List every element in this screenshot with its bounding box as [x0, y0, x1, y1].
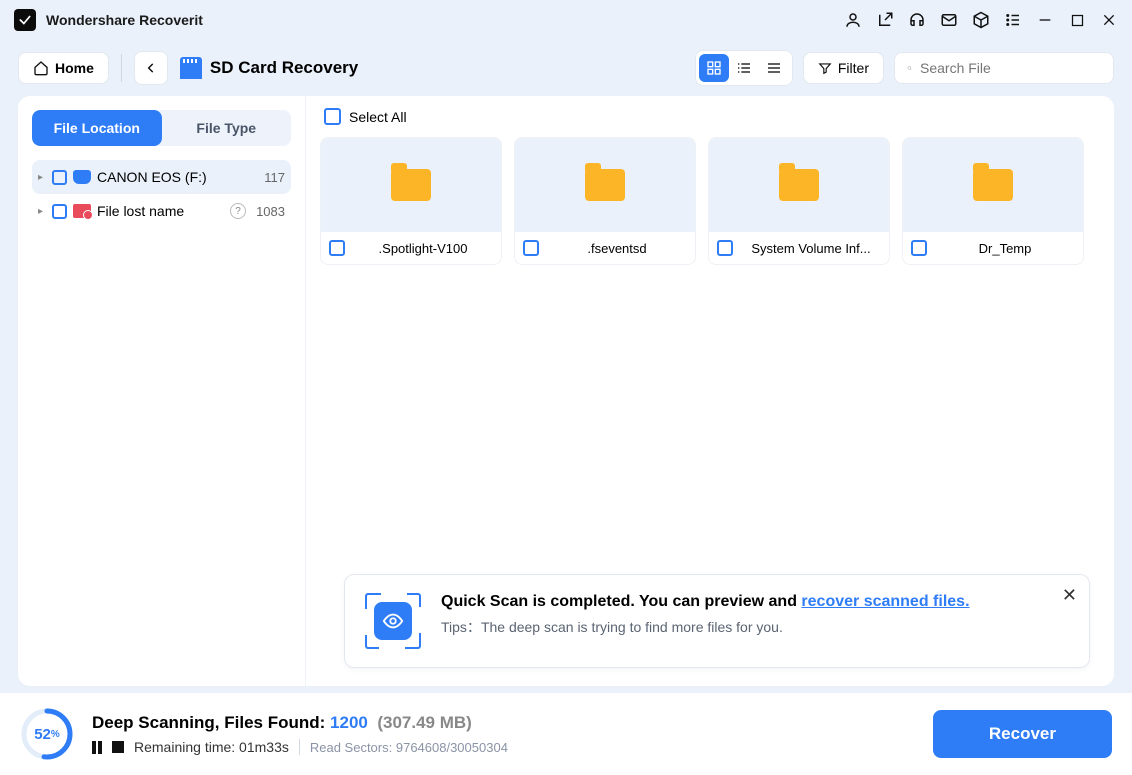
breadcrumb: SD Card Recovery — [180, 57, 358, 79]
select-all-checkbox[interactable] — [324, 108, 341, 125]
folder-thumb — [515, 138, 695, 232]
view-toggle — [695, 50, 793, 86]
grid-view-button[interactable] — [699, 54, 729, 82]
footer-info: Deep Scanning, Files Found: 1200 (307.49… — [92, 713, 508, 755]
content-area: Select All .Spotlight-V100 .fseventsd Sy… — [306, 96, 1114, 686]
tab-file-location[interactable]: File Location — [32, 110, 162, 146]
folder-card[interactable]: System Volume Inf... — [708, 137, 890, 265]
tree-count: 1083 — [256, 204, 285, 219]
mail-icon[interactable] — [940, 11, 958, 29]
notice-title: Quick Scan is completed. You can preview… — [441, 593, 1069, 611]
expand-icon[interactable]: ▸ — [38, 172, 46, 183]
tree-label: File lost name — [97, 203, 224, 219]
folder-checkbox[interactable] — [717, 240, 733, 256]
home-label: Home — [55, 60, 94, 76]
expand-icon[interactable]: ▸ — [38, 206, 46, 217]
divider — [121, 54, 122, 82]
drive-icon — [73, 170, 91, 184]
recover-files-link[interactable]: recover scanned files. — [801, 593, 969, 610]
stop-button[interactable] — [112, 741, 124, 753]
account-icon[interactable] — [844, 11, 862, 29]
cube-icon[interactable] — [972, 11, 990, 29]
tree-item-lost[interactable]: ▸ File lost name ? 1083 — [32, 194, 291, 228]
folder-card[interactable]: Dr_Temp — [902, 137, 1084, 265]
back-button[interactable] — [134, 51, 168, 85]
sidebar-tabs: File Location File Type — [32, 110, 291, 146]
list-icon[interactable] — [1004, 11, 1022, 29]
folder-icon — [779, 169, 819, 201]
remaining-time: Remaining time: 01m33s — [134, 739, 289, 755]
titlebar: Wondershare Recoverit — [0, 0, 1132, 40]
minimize-icon[interactable] — [1036, 11, 1054, 29]
divider — [299, 739, 300, 755]
footer: 52% Deep Scanning, Files Found: 1200 (30… — [0, 693, 1132, 775]
folder-thumb — [321, 138, 501, 232]
read-sectors: Read Sectors: 9764608/30050304 — [310, 740, 508, 755]
app-title: Wondershare Recoverit — [46, 12, 203, 28]
sd-card-icon — [180, 57, 202, 79]
breadcrumb-text: SD Card Recovery — [210, 58, 358, 78]
folder-name: .Spotlight-V100 — [353, 241, 493, 256]
folder-icon — [973, 169, 1013, 201]
filter-button[interactable]: Filter — [803, 52, 884, 84]
preview-icon — [365, 593, 421, 649]
sidebar: File Location File Type ▸ CANON EOS (F:)… — [18, 96, 306, 686]
folder-card[interactable]: .fseventsd — [514, 137, 696, 265]
detail-view-button[interactable] — [729, 54, 759, 82]
search-icon — [907, 60, 912, 76]
folder-icon — [391, 169, 431, 201]
main-panel: File Location File Type ▸ CANON EOS (F:)… — [18, 96, 1114, 686]
lost-folder-icon — [73, 204, 91, 218]
search-input[interactable] — [920, 60, 1101, 76]
folder-name: Dr_Temp — [935, 241, 1075, 256]
notice-tips: Tips：The deep scan is trying to find mor… — [441, 617, 1069, 637]
checkbox[interactable] — [52, 170, 67, 185]
close-icon[interactable] — [1100, 11, 1118, 29]
app-logo — [14, 9, 36, 31]
toolbar: Home SD Card Recovery Filter — [0, 40, 1132, 96]
folder-name: .fseventsd — [547, 241, 687, 256]
support-icon[interactable] — [908, 11, 926, 29]
tree-item-drive[interactable]: ▸ CANON EOS (F:) 117 — [32, 160, 291, 194]
folder-checkbox[interactable] — [329, 240, 345, 256]
select-all-label: Select All — [349, 109, 407, 125]
home-button[interactable]: Home — [18, 52, 109, 84]
folder-checkbox[interactable] — [911, 240, 927, 256]
scan-status: Deep Scanning, Files Found: 1200 (307.49… — [92, 713, 508, 733]
folder-name: System Volume Inf... — [741, 241, 881, 256]
search-box[interactable] — [894, 52, 1114, 84]
folder-thumb — [709, 138, 889, 232]
folder-card[interactable]: .Spotlight-V100 — [320, 137, 502, 265]
tree-label: CANON EOS (F:) — [97, 169, 258, 185]
progress-ring: 52% — [20, 707, 74, 761]
pause-button[interactable] — [92, 741, 102, 754]
folder-icon — [585, 169, 625, 201]
select-all-row: Select All — [320, 96, 1100, 137]
tab-file-type[interactable]: File Type — [162, 110, 292, 146]
list-view-button[interactable] — [759, 54, 789, 82]
maximize-icon[interactable] — [1068, 11, 1086, 29]
folder-grid: .Spotlight-V100 .fseventsd System Volume… — [320, 137, 1100, 265]
file-tree: ▸ CANON EOS (F:) 117 ▸ File lost name ? … — [32, 160, 291, 228]
recover-button[interactable]: Recover — [933, 710, 1112, 758]
folder-thumb — [903, 138, 1083, 232]
export-icon[interactable] — [876, 11, 894, 29]
checkbox[interactable] — [52, 204, 67, 219]
help-icon[interactable]: ? — [230, 203, 246, 219]
tree-count: 117 — [264, 170, 285, 185]
folder-checkbox[interactable] — [523, 240, 539, 256]
notice-close-button[interactable]: ✕ — [1062, 585, 1077, 606]
scan-notice: Quick Scan is completed. You can preview… — [344, 574, 1090, 668]
filter-label: Filter — [838, 60, 869, 76]
